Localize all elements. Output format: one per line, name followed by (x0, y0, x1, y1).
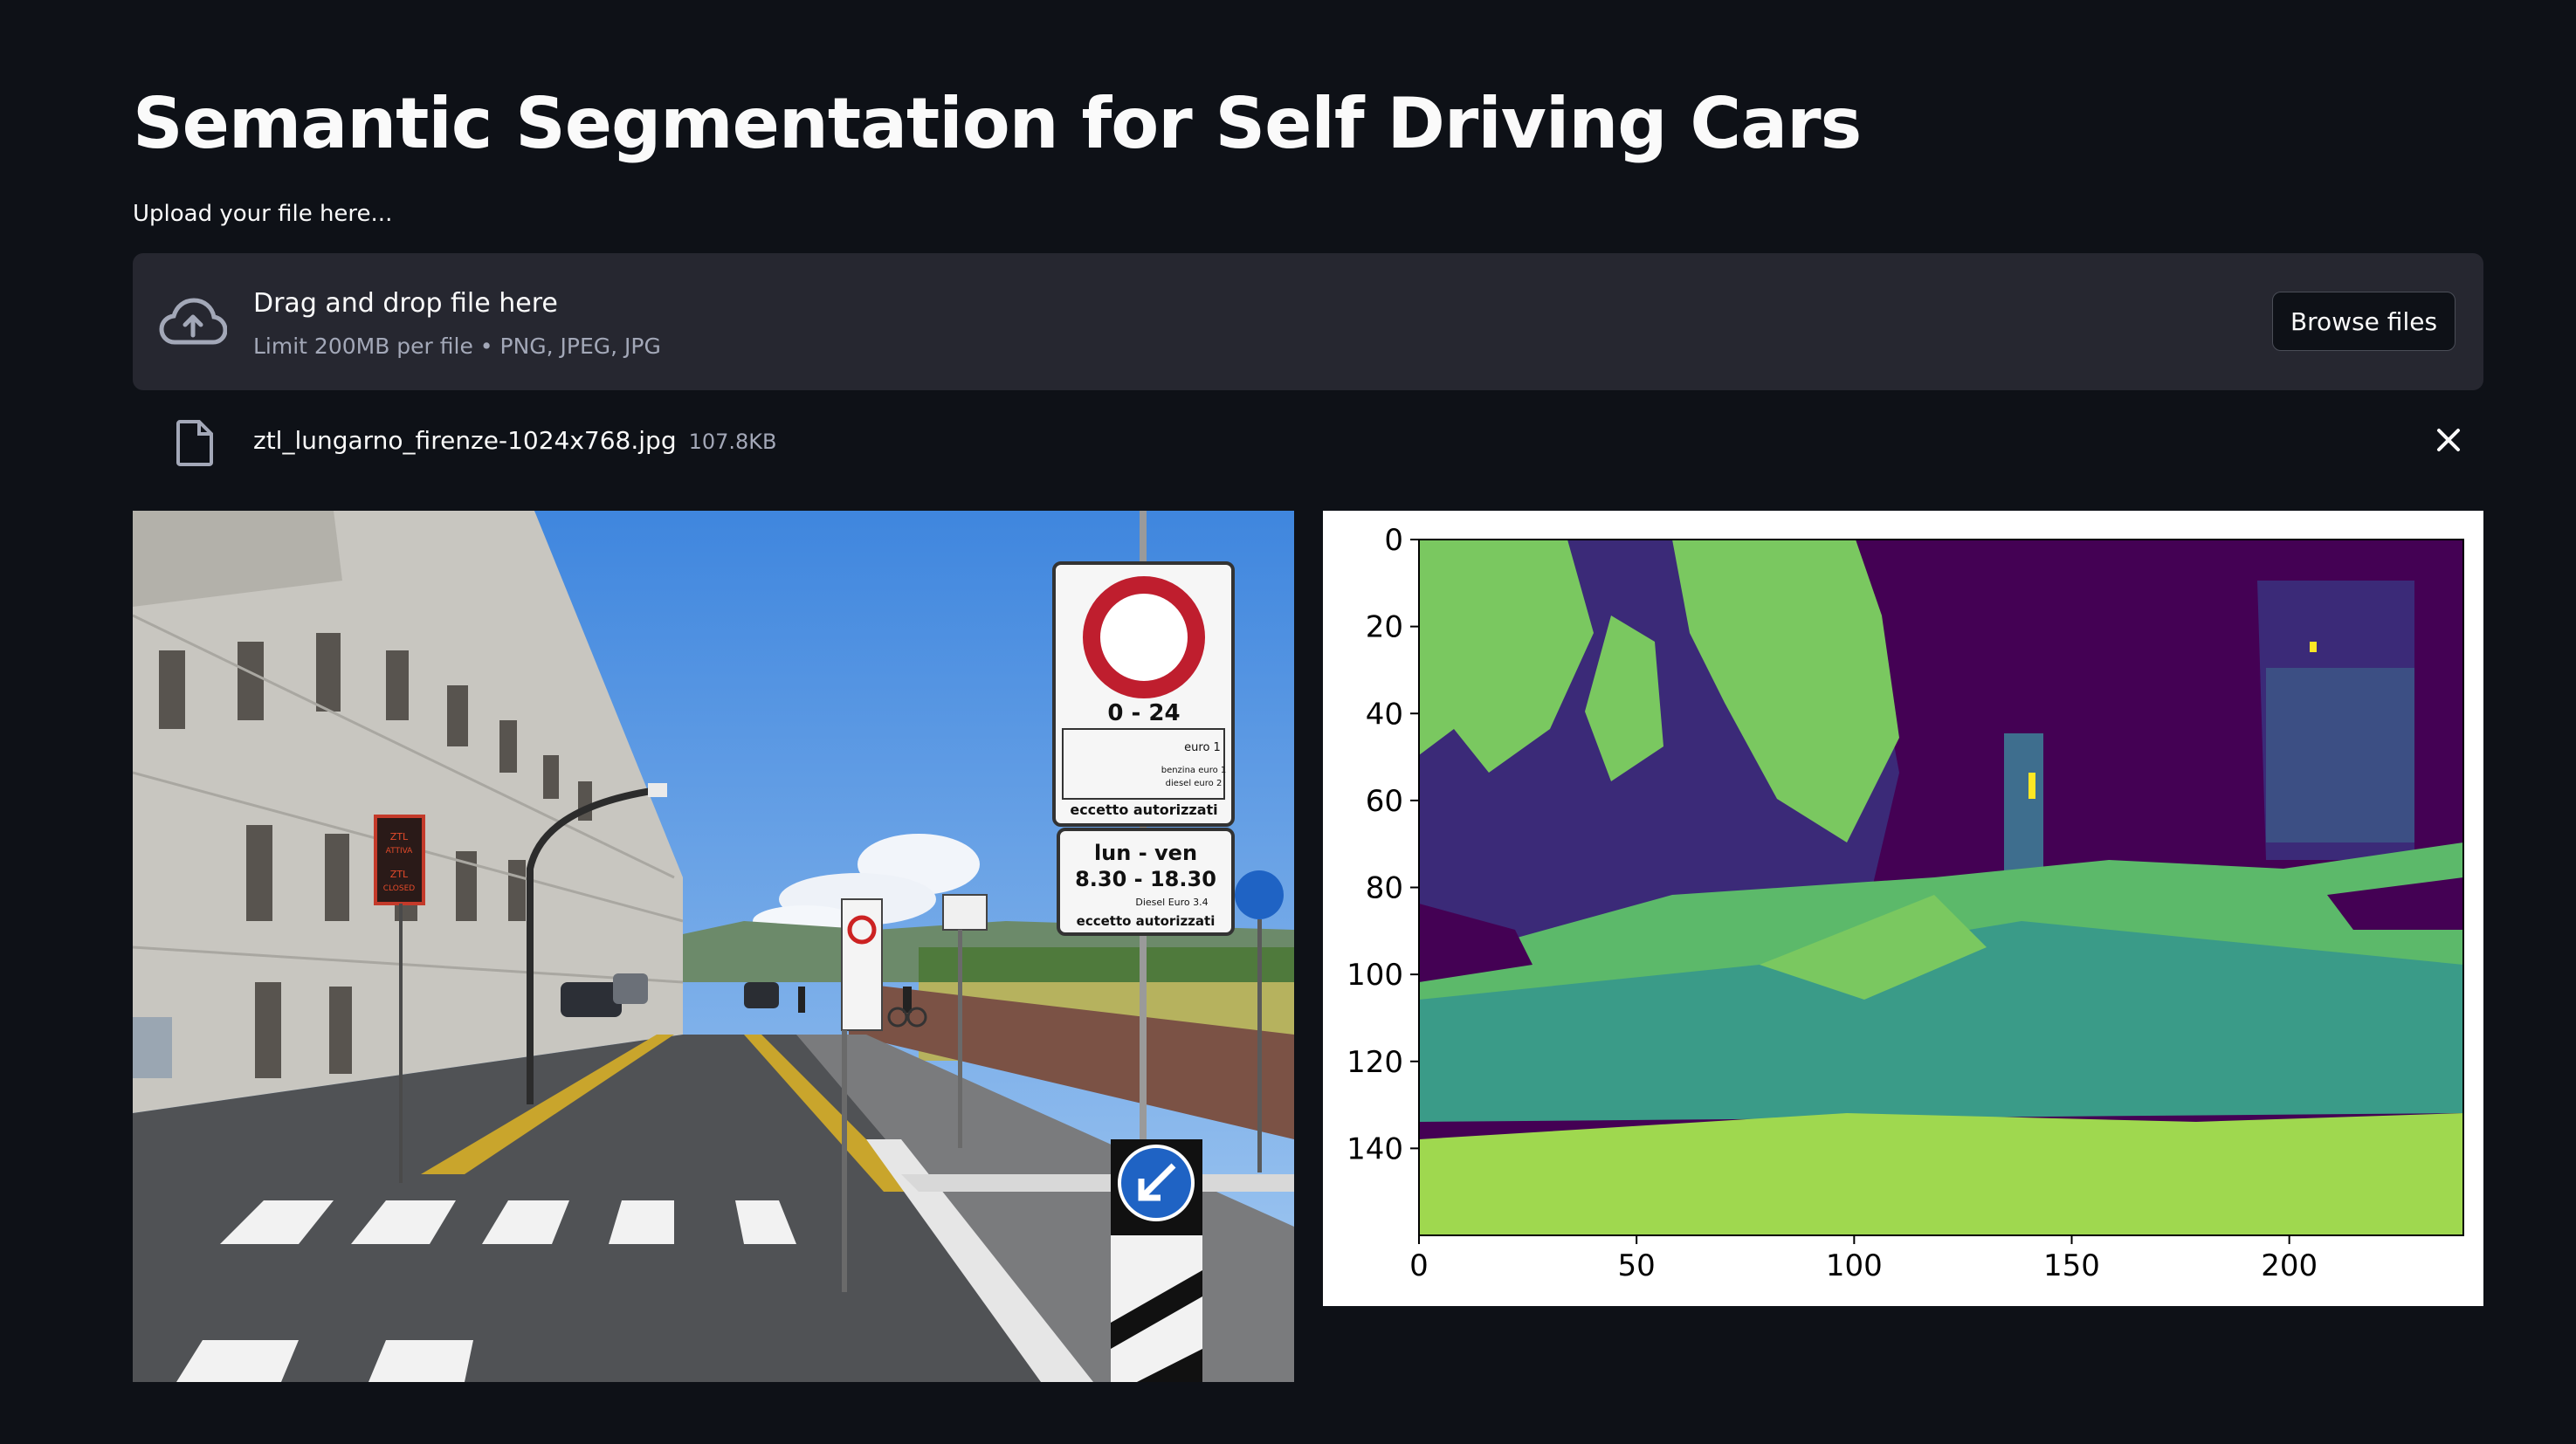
segmentation-plot: 0 50 100 150 200 0 20 40 60 80 100 120 140 (1323, 511, 2483, 1306)
upload-label: Upload your file here... (133, 201, 393, 227)
x-tick-label: 0 (1409, 1248, 1429, 1283)
sign-diesel2: diesel euro 2 (1166, 779, 1223, 788)
x-tick-label: 200 (2261, 1248, 2318, 1283)
street-photo: ZTL ATTIVA ZTL CLOSED 0 - 24 euro 1 benz… (133, 511, 1294, 1382)
segmentation-chart: 0 50 100 150 200 0 20 40 60 80 100 120 140 (1347, 523, 2464, 1283)
file-size: 107.8KB (688, 430, 777, 454)
y-tick-label: 80 (1366, 871, 1403, 906)
cloud-upload-icon (159, 298, 227, 345)
y-tick-label: 140 (1347, 1131, 1403, 1166)
uploaded-image: ZTL ATTIVA ZTL CLOSED 0 - 24 euro 1 benz… (133, 511, 1294, 1382)
x-tick-label: 100 (1826, 1248, 1883, 1283)
sign-euro1: euro 1 (1184, 741, 1221, 754)
sign-benzina: benzina euro 1 (1161, 766, 1227, 775)
file-name-text: ztl_lungarno_firenze-1024x768.jpg (253, 426, 677, 455)
class-region-pole-right (2266, 668, 2414, 842)
uploaded-file-row: ztl_lungarno_firenze-1024x768.jpg 107.8KB (133, 410, 2483, 471)
page-title: Semantic Segmentation for Self Driving C… (133, 83, 1862, 164)
ztl-sign-line4: CLOSED (383, 884, 415, 893)
x-tick-label: 50 (1618, 1248, 1656, 1283)
x-axis: 0 50 100 150 200 (1409, 1235, 2318, 1283)
browse-files-button[interactable]: Browse files (2272, 292, 2455, 351)
y-tick-label: 20 (1366, 610, 1403, 645)
sign-eccetto: eccetto autorizzati (1070, 801, 1217, 818)
y-tick-label: 120 (1347, 1045, 1403, 1080)
y-tick-label: 0 (1384, 523, 1403, 558)
ztl-sign-line2: ATTIVA (386, 847, 414, 856)
file-icon (176, 420, 213, 466)
sign-eccetto-2: eccetto autorizzati (1077, 913, 1216, 929)
y-tick-label: 40 (1366, 697, 1403, 732)
dropzone-title: Drag and drop file here (253, 288, 558, 319)
sign-hours: 8.30 - 18.30 (1075, 867, 1216, 891)
ztl-sign-line3: ZTL (390, 869, 409, 880)
sign-diesel34: Diesel Euro 3.4 (1135, 897, 1208, 908)
ztl-sign-line1: ZTL (390, 831, 409, 842)
y-tick-label: 60 (1366, 784, 1403, 819)
class-region-marking-2 (2310, 642, 2317, 652)
x-tick-label: 150 (2043, 1248, 2100, 1283)
file-name: ztl_lungarno_firenze-1024x768.jpg 107.8KB (253, 426, 777, 455)
y-axis: 0 20 40 60 80 100 120 140 (1347, 523, 1419, 1166)
close-icon[interactable] (2431, 423, 2466, 457)
sign-hours-top: 0 - 24 (1107, 700, 1180, 726)
y-tick-label: 100 (1347, 958, 1403, 993)
class-region-marking-1 (2028, 773, 2035, 799)
sign-days: lun - ven (1094, 841, 1197, 865)
class-region-terrain (1419, 1113, 2463, 1235)
dropzone-hint: Limit 200MB per file • PNG, JPEG, JPG (253, 333, 661, 359)
file-dropzone[interactable]: Drag and drop file here Limit 200MB per … (133, 253, 2483, 390)
